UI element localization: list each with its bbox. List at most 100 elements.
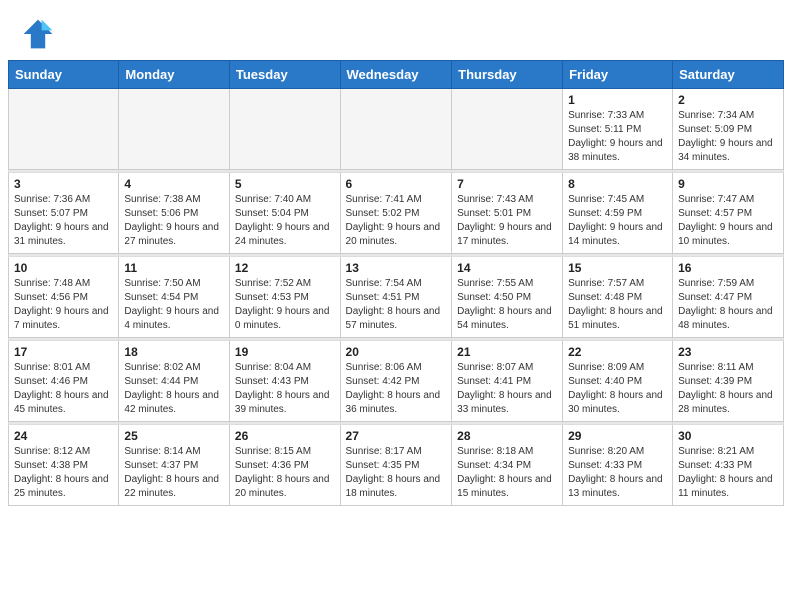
day-number: 18 [124,345,224,359]
day-info: Sunrise: 7:34 AM Sunset: 5:09 PM Dayligh… [678,109,778,165]
calendar-wrapper: Sunday Monday Tuesday Wednesday Thursday… [0,60,792,514]
header-tuesday: Tuesday [229,61,340,89]
calendar-day-cell [119,89,230,170]
day-info: Sunrise: 7:38 AM Sunset: 5:06 PM Dayligh… [124,193,224,249]
calendar-day-cell [229,89,340,170]
calendar-day-cell: 5 Sunrise: 7:40 AM Sunset: 5:04 PM Daylig… [229,173,340,254]
calendar-day-cell: 25 Sunrise: 8:14 AM Sunset: 4:37 PM Dayli… [119,425,230,506]
calendar-day-cell: 13 Sunrise: 7:54 AM Sunset: 4:51 PM Dayli… [340,257,452,338]
page-header [0,0,792,60]
calendar-day-cell: 3 Sunrise: 7:36 AM Sunset: 5:07 PM Daylig… [9,173,119,254]
day-number: 21 [457,345,557,359]
day-number: 11 [124,261,224,275]
calendar-day-cell: 10Sunrise: 7:48 AM Sunset: 4:56 PM Dayli… [9,257,119,338]
calendar-day-cell: 22 Sunrise: 8:09 AM Sunset: 4:40 PM Dayli… [563,341,673,422]
day-number: 26 [235,429,335,443]
calendar-day-cell: 21 Sunrise: 8:07 AM Sunset: 4:41 PM Dayli… [452,341,563,422]
day-number: 9 [678,177,778,191]
logo-icon [20,16,56,52]
calendar-week-row: 1Sunrise: 7:33 AM Sunset: 5:11 PM Daylig… [9,89,784,170]
day-info: Sunrise: 7:45 AM Sunset: 4:59 PM Dayligh… [568,193,667,249]
day-number: 15 [568,261,667,275]
day-info: Sunrise: 8:14 AM Sunset: 4:37 PM Dayligh… [124,445,224,501]
calendar-day-cell: 26Sunrise: 8:15 AM Sunset: 4:36 PM Dayli… [229,425,340,506]
calendar-day-cell [452,89,563,170]
day-info: Sunrise: 8:12 AM Sunset: 4:38 PM Dayligh… [14,445,113,501]
day-info: Sunrise: 7:47 AM Sunset: 4:57 PM Dayligh… [678,193,778,249]
day-info: Sunrise: 7:57 AM Sunset: 4:48 PM Dayligh… [568,277,667,333]
day-info: Sunrise: 8:20 AM Sunset: 4:33 PM Dayligh… [568,445,667,501]
day-info: Sunrise: 7:59 AM Sunset: 4:47 PM Dayligh… [678,277,778,333]
calendar-day-cell: 20 Sunrise: 8:06 AM Sunset: 4:42 PM Dayli… [340,341,452,422]
calendar-day-cell: 24 Sunrise: 8:12 AM Sunset: 4:38 PM Dayli… [9,425,119,506]
day-number: 27 [346,429,447,443]
day-info: Sunrise: 8:04 AM Sunset: 4:43 PM Dayligh… [235,361,335,417]
calendar-week-row: 10Sunrise: 7:48 AM Sunset: 4:56 PM Dayli… [9,257,784,338]
calendar-day-cell: 7Sunrise: 7:43 AM Sunset: 5:01 PM Daylig… [452,173,563,254]
calendar-day-cell: 19Sunrise: 8:04 AM Sunset: 4:43 PM Dayli… [229,341,340,422]
calendar-day-cell: 2 Sunrise: 7:34 AM Sunset: 5:09 PM Daylig… [673,89,784,170]
day-info: Sunrise: 8:01 AM Sunset: 4:46 PM Dayligh… [14,361,113,417]
day-info: Sunrise: 8:11 AM Sunset: 4:39 PM Dayligh… [678,361,778,417]
day-number: 23 [678,345,778,359]
calendar-day-cell: 8 Sunrise: 7:45 AM Sunset: 4:59 PM Daylig… [563,173,673,254]
calendar-day-cell: 15 Sunrise: 7:57 AM Sunset: 4:48 PM Dayli… [563,257,673,338]
day-info: Sunrise: 8:06 AM Sunset: 4:42 PM Dayligh… [346,361,447,417]
calendar-day-cell: 16Sunrise: 7:59 AM Sunset: 4:47 PM Dayli… [673,257,784,338]
calendar-day-cell: 28 Sunrise: 8:18 AM Sunset: 4:34 PM Dayli… [452,425,563,506]
day-info: Sunrise: 7:52 AM Sunset: 4:53 PM Dayligh… [235,277,335,333]
calendar-day-cell: 1Sunrise: 7:33 AM Sunset: 5:11 PM Daylig… [563,89,673,170]
day-number: 24 [14,429,113,443]
day-number: 13 [346,261,447,275]
calendar-day-cell: 14Sunrise: 7:55 AM Sunset: 4:50 PM Dayli… [452,257,563,338]
day-number: 20 [346,345,447,359]
logo [20,16,62,52]
header-wednesday: Wednesday [340,61,452,89]
day-info: Sunrise: 7:36 AM Sunset: 5:07 PM Dayligh… [14,193,113,249]
day-number: 5 [235,177,335,191]
day-number: 3 [14,177,113,191]
day-number: 25 [124,429,224,443]
day-number: 4 [124,177,224,191]
day-number: 14 [457,261,557,275]
calendar-day-cell [9,89,119,170]
calendar-week-row: 17 Sunrise: 8:01 AM Sunset: 4:46 PM Dayli… [9,341,784,422]
calendar-week-row: 3 Sunrise: 7:36 AM Sunset: 5:07 PM Daylig… [9,173,784,254]
day-info: Sunrise: 8:17 AM Sunset: 4:35 PM Dayligh… [346,445,447,501]
day-info: Sunrise: 7:41 AM Sunset: 5:02 PM Dayligh… [346,193,447,249]
calendar-day-cell: 30Sunrise: 8:21 AM Sunset: 4:33 PM Dayli… [673,425,784,506]
day-number: 8 [568,177,667,191]
calendar-day-cell: 6 Sunrise: 7:41 AM Sunset: 5:02 PM Daylig… [340,173,452,254]
day-info: Sunrise: 8:09 AM Sunset: 4:40 PM Dayligh… [568,361,667,417]
day-info: Sunrise: 8:07 AM Sunset: 4:41 PM Dayligh… [457,361,557,417]
day-number: 17 [14,345,113,359]
calendar-day-cell: 17 Sunrise: 8:01 AM Sunset: 4:46 PM Dayli… [9,341,119,422]
header-saturday: Saturday [673,61,784,89]
day-info: Sunrise: 8:21 AM Sunset: 4:33 PM Dayligh… [678,445,778,501]
day-info: Sunrise: 7:40 AM Sunset: 5:04 PM Dayligh… [235,193,335,249]
day-info: Sunrise: 7:54 AM Sunset: 4:51 PM Dayligh… [346,277,447,333]
calendar-day-cell: 9 Sunrise: 7:47 AM Sunset: 4:57 PM Daylig… [673,173,784,254]
calendar-day-cell: 11 Sunrise: 7:50 AM Sunset: 4:54 PM Dayli… [119,257,230,338]
calendar-day-cell [340,89,452,170]
calendar-header-row: Sunday Monday Tuesday Wednesday Thursday… [9,61,784,89]
day-info: Sunrise: 8:18 AM Sunset: 4:34 PM Dayligh… [457,445,557,501]
calendar-table: Sunday Monday Tuesday Wednesday Thursday… [8,60,784,506]
calendar-day-cell: 18 Sunrise: 8:02 AM Sunset: 4:44 PM Dayli… [119,341,230,422]
day-number: 6 [346,177,447,191]
day-number: 2 [678,93,778,107]
day-number: 29 [568,429,667,443]
calendar-week-row: 24 Sunrise: 8:12 AM Sunset: 4:38 PM Dayli… [9,425,784,506]
header-sunday: Sunday [9,61,119,89]
day-number: 28 [457,429,557,443]
calendar-day-cell: 4 Sunrise: 7:38 AM Sunset: 5:06 PM Daylig… [119,173,230,254]
header-monday: Monday [119,61,230,89]
day-info: Sunrise: 7:48 AM Sunset: 4:56 PM Dayligh… [14,277,113,333]
header-friday: Friday [563,61,673,89]
day-number: 7 [457,177,557,191]
day-info: Sunrise: 8:02 AM Sunset: 4:44 PM Dayligh… [124,361,224,417]
day-info: Sunrise: 7:50 AM Sunset: 4:54 PM Dayligh… [124,277,224,333]
day-number: 12 [235,261,335,275]
header-thursday: Thursday [452,61,563,89]
day-number: 22 [568,345,667,359]
